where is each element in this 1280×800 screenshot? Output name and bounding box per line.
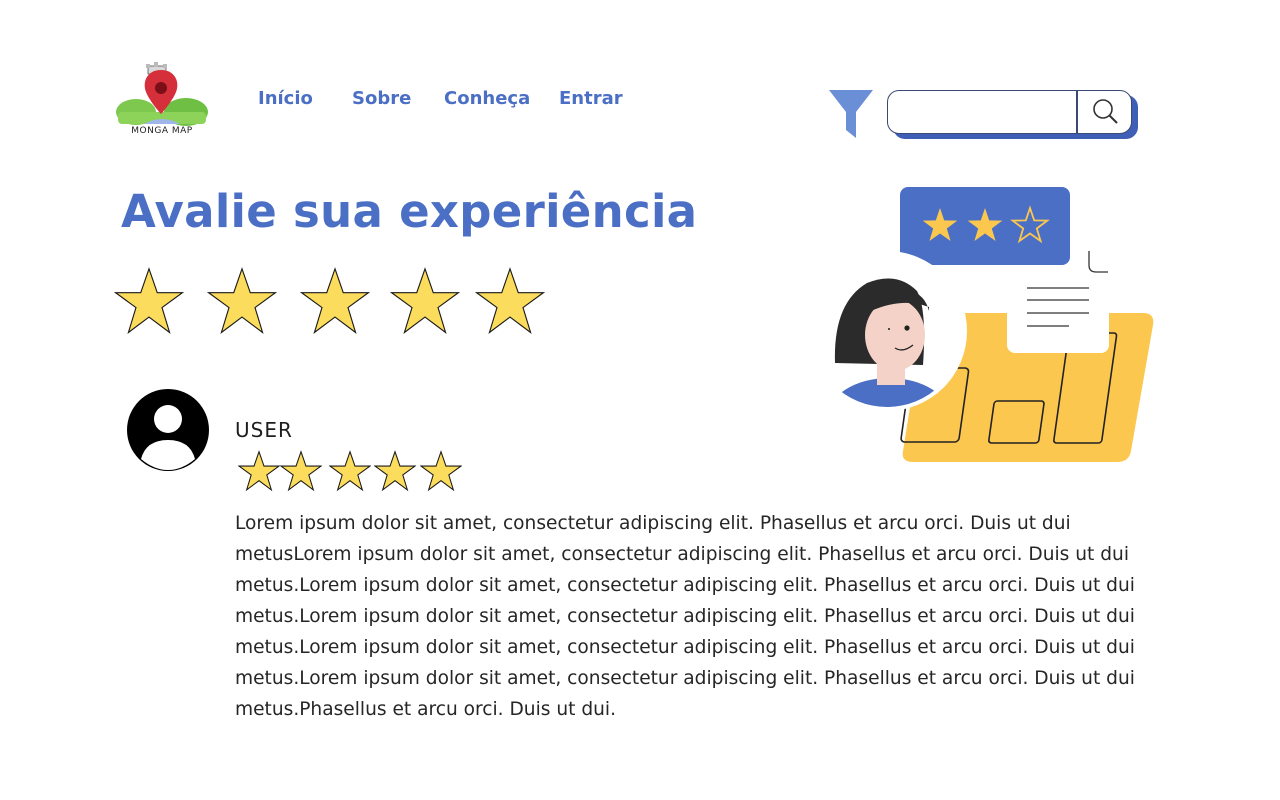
search-input[interactable] bbox=[898, 97, 1072, 129]
nav-sobre[interactable]: Sobre bbox=[352, 88, 411, 109]
review-star-4-icon bbox=[373, 450, 417, 492]
review-illustration bbox=[805, 183, 1160, 468]
search-button[interactable] bbox=[1078, 91, 1131, 133]
review-star-3-icon bbox=[328, 450, 372, 492]
rating-star-2-icon[interactable] bbox=[206, 266, 278, 336]
search-icon bbox=[1093, 99, 1118, 124]
review-text: Lorem ipsum dolor sit amet, consectetur … bbox=[235, 513, 1135, 720]
rating-input bbox=[113, 266, 554, 338]
rating-star-1-icon[interactable] bbox=[113, 266, 185, 336]
review-rating bbox=[237, 450, 468, 492]
review-star-5-icon bbox=[419, 450, 463, 492]
review-user-name: USER bbox=[235, 418, 293, 442]
nav-inicio[interactable]: Início bbox=[258, 88, 313, 109]
rating-star-3-icon[interactable] bbox=[299, 266, 371, 336]
filter-icon[interactable] bbox=[827, 88, 875, 142]
user-avatar-icon bbox=[126, 388, 210, 472]
monga-map-logo[interactable]: MONGA MAP bbox=[114, 62, 210, 144]
nav-entrar[interactable]: Entrar bbox=[559, 88, 623, 109]
nav-conheca[interactable]: Conheça bbox=[444, 88, 530, 109]
rating-star-5-icon[interactable] bbox=[474, 266, 546, 336]
logo-text: MONGA MAP bbox=[131, 126, 193, 136]
map-pin-logo-icon bbox=[116, 62, 208, 126]
review-star-2-icon bbox=[279, 450, 323, 492]
review-star-1-icon bbox=[237, 450, 281, 492]
search-bar bbox=[887, 90, 1132, 134]
page-title: Avalie sua experiência bbox=[121, 185, 698, 238]
rating-star-4-icon[interactable] bbox=[389, 266, 461, 336]
